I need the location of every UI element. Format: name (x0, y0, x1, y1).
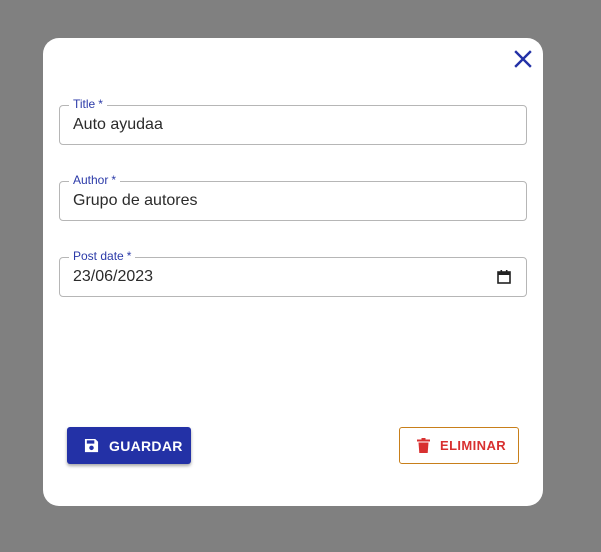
calendar-icon[interactable] (496, 269, 512, 285)
title-field[interactable]: Title * Auto ayudaa (59, 97, 527, 145)
save-button-label: GUARDAR (109, 437, 183, 454)
close-icon (514, 50, 532, 68)
edit-post-dialog: Title * Auto ayudaa Author * Grupo de auto… (43, 38, 543, 506)
title-input[interactable]: Auto ayudaa (73, 106, 486, 144)
save-icon (84, 438, 99, 453)
delete-button[interactable]: ELIMINAR (399, 427, 519, 464)
close-button[interactable] (510, 46, 536, 72)
post-date-input[interactable]: 23/06/2023 (73, 258, 486, 296)
save-button[interactable]: GUARDAR (67, 427, 191, 464)
author-input[interactable]: Grupo de autores (73, 182, 486, 220)
post-date-field[interactable]: Post date * 23/06/2023 (59, 249, 527, 297)
author-field[interactable]: Author * Grupo de autores (59, 173, 527, 221)
trash-icon (417, 438, 430, 453)
delete-button-label: ELIMINAR (440, 438, 507, 453)
